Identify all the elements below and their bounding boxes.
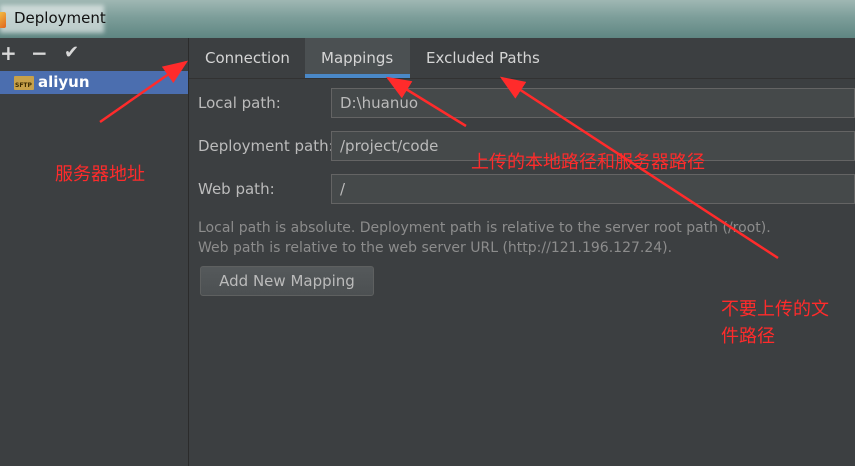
annotation-arrows — [99, 60, 779, 260]
annotation-server-address: 服务器地址 — [55, 164, 145, 185]
annotation-excluded-line1: 不要上传的文 — [721, 299, 829, 320]
annotation-paths: 上传的本地路径和服务器路径 — [471, 152, 705, 173]
annotation-excluded-line2: 件路径 — [721, 326, 775, 347]
